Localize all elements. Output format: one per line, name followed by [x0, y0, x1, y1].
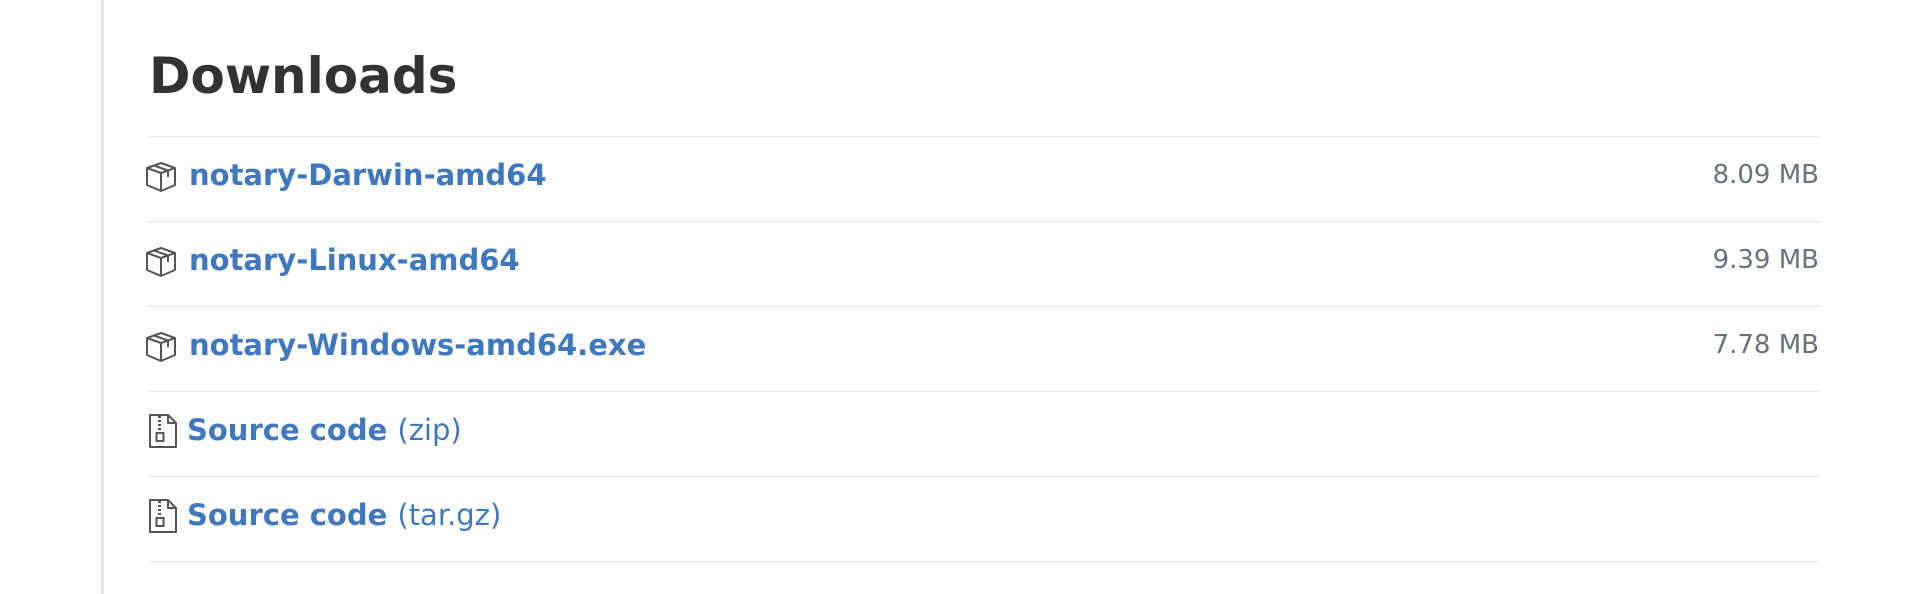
package-icon [146, 247, 176, 277]
timeline-rule [101, 0, 104, 594]
package-icon [146, 332, 176, 362]
source-code-zip-link[interactable]: Source code (zip) [187, 410, 462, 450]
asset-row: notary-Linux-amd64 9.39 MB [146, 222, 1819, 307]
downloads-title: Downloads [149, 0, 1819, 137]
file-zip-icon [149, 414, 177, 448]
asset-size: 8.09 MB [1712, 160, 1819, 190]
asset-size: 7.78 MB [1712, 330, 1819, 360]
downloads-list: notary-Darwin-amd64 8.09 MB notary-Linux… [146, 137, 1819, 562]
source-code-format: (tar.gz) [397, 498, 502, 532]
asset-row: notary-Darwin-amd64 8.09 MB [146, 137, 1819, 222]
asset-link-darwin[interactable]: notary-Darwin-amd64 [189, 155, 547, 195]
file-zip-icon [149, 499, 177, 533]
source-code-format: (zip) [397, 413, 462, 447]
source-code-label: Source code [187, 498, 388, 532]
asset-link-linux[interactable]: notary-Linux-amd64 [189, 240, 520, 280]
asset-size: 9.39 MB [1712, 245, 1819, 275]
asset-row: notary-Windows-amd64.exe 7.78 MB [146, 307, 1819, 392]
asset-link-windows[interactable]: notary-Windows-amd64.exe [189, 325, 646, 365]
source-row: Source code (zip) [149, 392, 1819, 477]
downloads-section: Downloads notary-Darwin-amd64 8.09 MB no… [146, 0, 1819, 562]
source-code-label: Source code [187, 413, 388, 447]
release-page: Downloads notary-Darwin-amd64 8.09 MB no… [0, 0, 1915, 594]
source-row: Source code (tar.gz) [149, 477, 1819, 562]
source-code-targz-link[interactable]: Source code (tar.gz) [187, 495, 501, 535]
package-icon [146, 162, 176, 192]
